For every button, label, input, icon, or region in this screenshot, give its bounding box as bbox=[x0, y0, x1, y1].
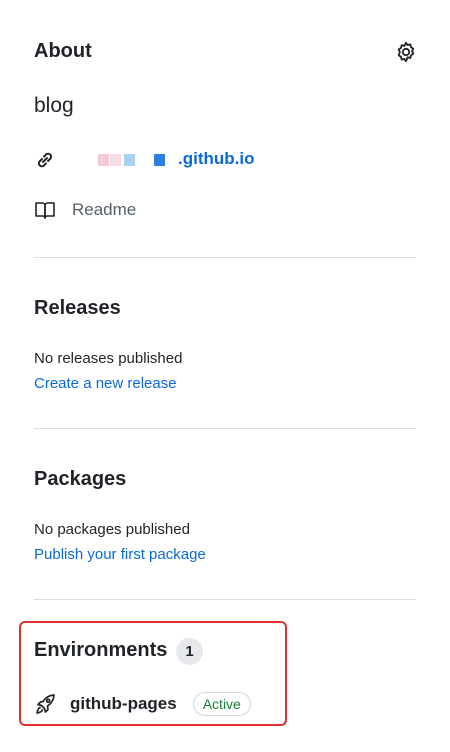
create-release-link[interactable]: Create a new release bbox=[34, 375, 177, 392]
rocket-icon bbox=[34, 693, 56, 715]
redacted-block bbox=[154, 154, 165, 166]
environment-status-badge: Active bbox=[192, 692, 251, 716]
environment-name[interactable]: github-pages bbox=[70, 694, 177, 714]
gear-icon[interactable] bbox=[394, 40, 418, 64]
book-icon bbox=[34, 199, 56, 221]
readme-label: Readme bbox=[72, 200, 137, 219]
environments-title[interactable]: Environments bbox=[34, 639, 167, 662]
website-link-row[interactable] bbox=[34, 148, 56, 172]
divider bbox=[34, 428, 416, 429]
link-icon bbox=[34, 149, 56, 171]
releases-empty-text: No releases published bbox=[34, 350, 183, 367]
environment-item[interactable]: github-pages Active bbox=[34, 690, 251, 718]
redacted-block bbox=[98, 154, 109, 166]
website-link[interactable]: .github.io bbox=[178, 149, 254, 169]
readme-link[interactable]: Readme bbox=[34, 199, 136, 221]
packages-empty-text: No packages published bbox=[34, 521, 190, 538]
repo-description: blog bbox=[34, 94, 74, 117]
environments-count-badge: 1 bbox=[176, 638, 203, 665]
redacted-block bbox=[110, 154, 121, 166]
about-title: About bbox=[34, 40, 92, 62]
releases-title[interactable]: Releases bbox=[34, 297, 121, 320]
redacted-block bbox=[124, 154, 135, 166]
packages-title[interactable]: Packages bbox=[34, 468, 126, 491]
divider bbox=[34, 257, 416, 258]
publish-package-link[interactable]: Publish your first package bbox=[34, 546, 206, 563]
divider bbox=[34, 599, 416, 600]
